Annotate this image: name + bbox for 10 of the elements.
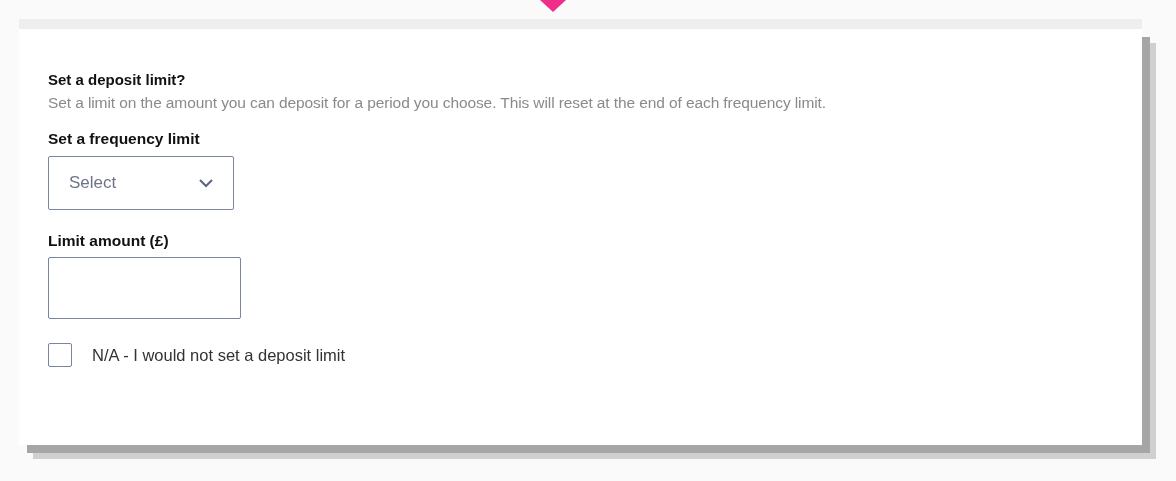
chevron-down-icon	[199, 178, 213, 188]
amount-field[interactable]	[48, 257, 241, 319]
description: Set a limit on the amount you can deposit for a period you choose. This will reset at the end of each frequency limit.	[48, 94, 827, 112]
frequency-select[interactable]: Select	[48, 156, 234, 210]
section-title: Set a deposit limit?	[48, 71, 187, 88]
field-label: Limit amount (£)	[48, 232, 170, 250]
checkbox[interactable]	[48, 343, 72, 367]
field-label: Set a frequency limit	[48, 130, 201, 148]
checkbox-label: N/A - I would not set a deposit limit	[92, 345, 346, 365]
pointer-icon	[538, 0, 568, 13]
